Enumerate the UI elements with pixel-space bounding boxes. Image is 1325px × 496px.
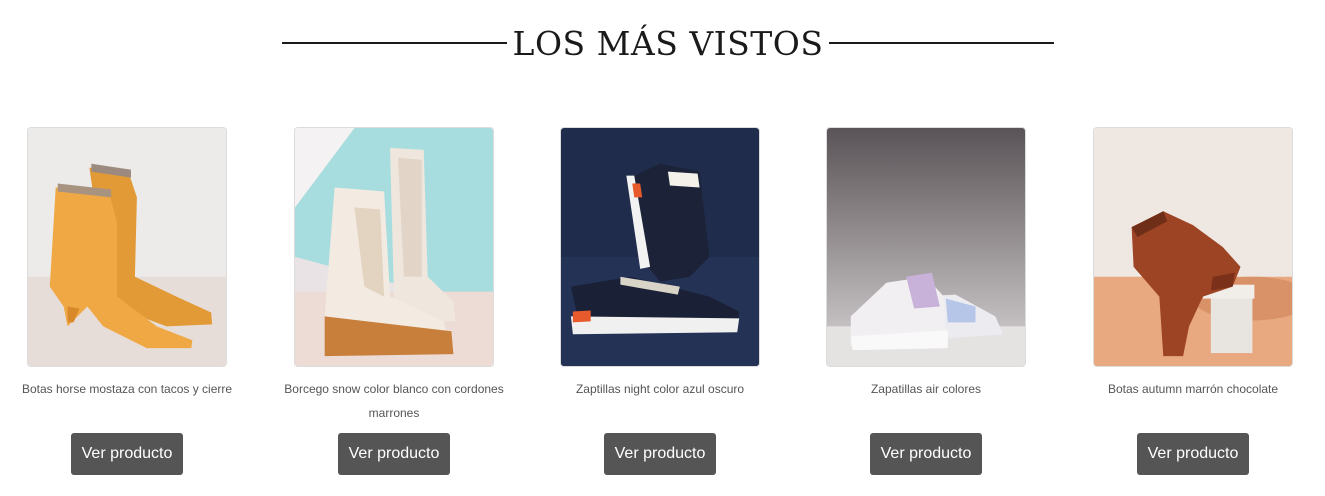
title-rule-left [282,42,507,44]
product-name: Zaptillas night color azul oscuro [575,382,745,396]
title-rule-right [829,42,1054,44]
product-image-white-combat-boots[interactable] [294,127,494,367]
view-product-button[interactable]: Ver producto [338,433,450,475]
product-image-mustard-boots[interactable] [27,127,227,367]
view-product-button[interactable]: Ver producto [71,433,183,475]
view-product-button[interactable]: Ver producto [870,433,982,475]
product-name: Zapatillas air colores [870,382,982,396]
product-card: Zapatillas air colores Ver producto [793,127,1059,487]
view-product-button[interactable]: Ver producto [604,433,716,475]
product-image-brown-boots[interactable] [1093,127,1293,367]
product-image-navy-sneakers[interactable] [560,127,760,367]
product-grid: Botas horse mostaza con tacos y cierre V… [0,127,1325,487]
product-card: Zaptillas night color azul oscuro Ver pr… [527,127,793,487]
product-name: Borcego snow color blanco con cordones m… [284,382,504,420]
section-title: LOS MÁS VISTOS [512,23,824,63]
view-product-button[interactable]: Ver producto [1137,433,1249,475]
product-card: Borcego snow color blanco con cordones m… [261,127,527,487]
product-image-pastel-sneakers[interactable] [826,127,1026,367]
product-name: Botas autumn marrón chocolate [1107,382,1279,396]
product-card: Botas autumn marrón chocolate Ver produc… [1060,127,1325,487]
section-header: LOS MÁS VISTOS [282,20,1054,66]
product-card: Botas horse mostaza con tacos y cierre V… [0,127,260,487]
product-name: Botas horse mostaza con tacos y cierre [21,382,233,396]
